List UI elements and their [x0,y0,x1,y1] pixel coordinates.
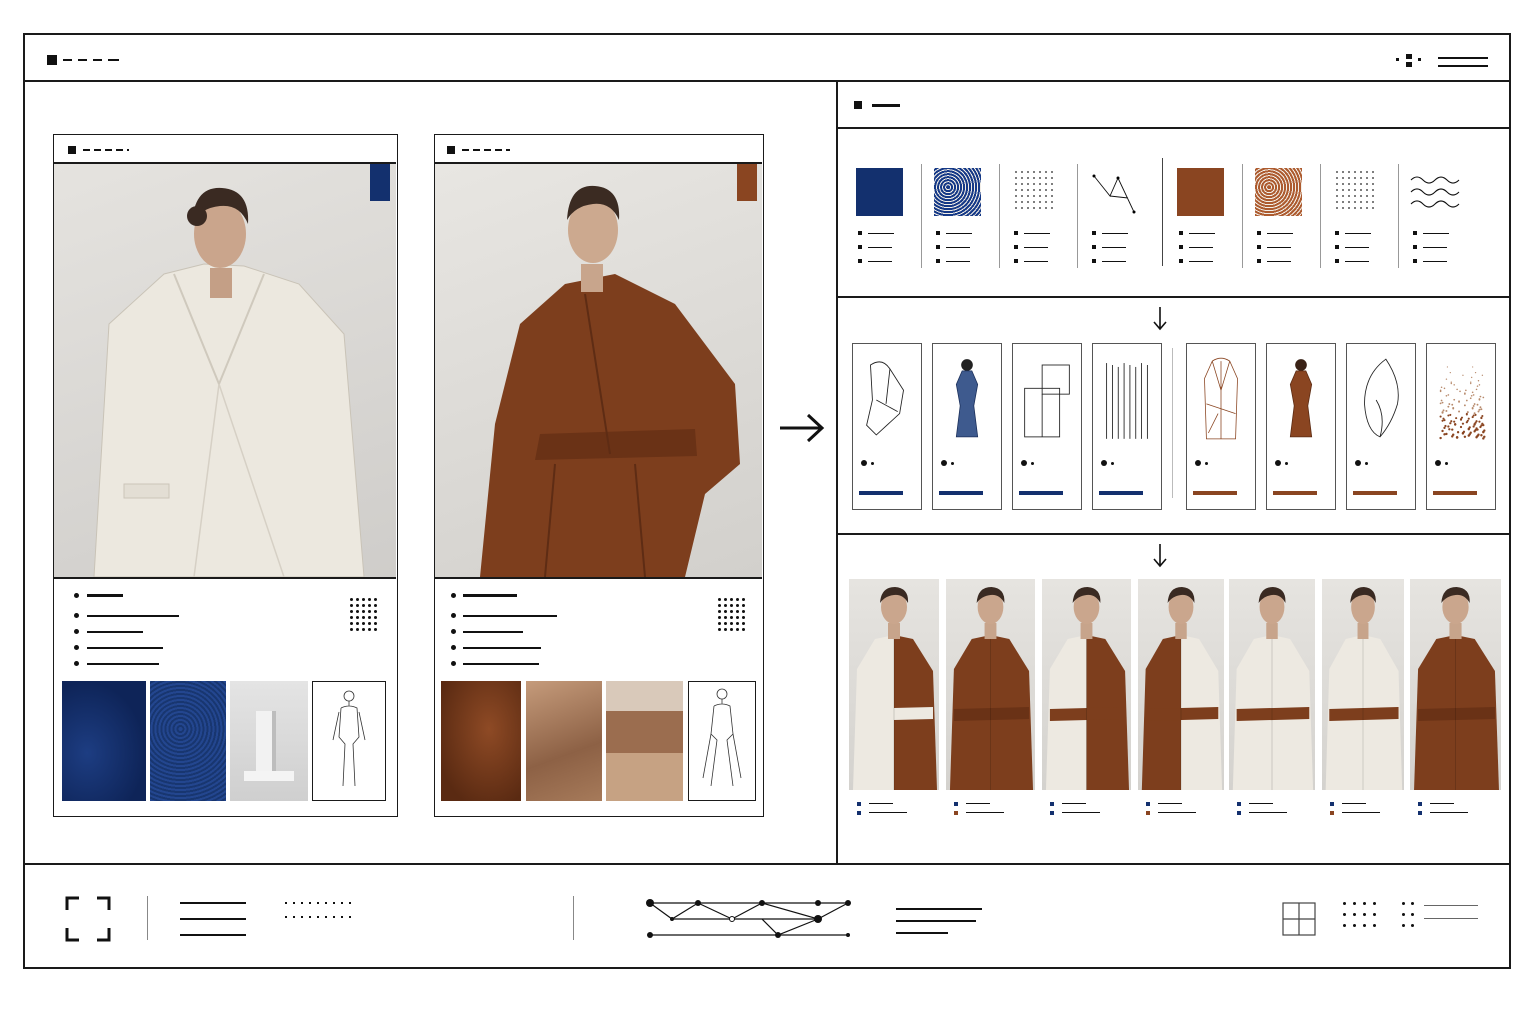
design-elements-row [838,298,1511,533]
generated-look-photo[interactable] [1042,579,1131,790]
element-card-navy-form[interactable] [932,343,1002,510]
photo-divider [54,577,396,579]
generated-look-photo[interactable] [946,579,1035,790]
toolbar-line [896,920,976,922]
element-card-panels[interactable] [1012,343,1082,510]
arrow-right-icon [780,413,825,443]
look-caption [857,802,927,822]
material-swatch-dots[interactable] [1323,128,1401,296]
element-card-coat-sketch[interactable] [1186,343,1256,510]
generated-looks-row [838,534,1511,864]
grid-icon[interactable] [1282,902,1316,936]
title-placeholder [63,59,72,61]
card-title-placeholder [83,149,129,151]
material-swatch-texture[interactable] [1245,128,1323,296]
swatch-desert-rock[interactable] [526,681,602,801]
toolbar-line [180,902,246,904]
menu-line [1438,57,1488,59]
node-graph-icon[interactable] [644,895,854,945]
element-card-drape-outline[interactable] [852,343,922,510]
toolbar-line [1424,905,1478,907]
generated-look-photo[interactable] [1138,579,1224,790]
toolbar-line [896,908,982,910]
card-header-square-icon [447,146,455,154]
model-photo-white-coat [54,164,396,577]
swatch-figure-sketch[interactable] [312,681,386,801]
pattern-dots-icon [718,598,745,631]
pattern-dots-icon [350,598,377,631]
card-header-square-icon [68,146,76,154]
model-photo-rust-coat [435,164,762,577]
footer-divider [23,863,1511,865]
swatch-separator [1320,164,1321,268]
toolbar-dotted-line [285,902,353,904]
header-divider [23,80,1511,82]
title-placeholder [93,59,102,61]
material-swatch-solid[interactable] [1167,128,1245,296]
toolbar-separator [147,896,148,940]
generated-look-photo[interactable] [1229,579,1315,790]
toolbar-line [1424,918,1478,920]
generated-look-photo[interactable] [1410,579,1501,790]
swatch-separator [921,164,922,268]
swatch-separator [1162,158,1163,266]
material-swatch-dots[interactable] [1002,128,1080,296]
swatch-rust-fabric[interactable] [441,681,521,801]
accent-color-chip [737,164,757,201]
title-placeholder [108,59,119,61]
swatch-separator [1398,164,1399,268]
element-group-separator [1172,348,1173,498]
title-placeholder [78,59,87,61]
moodboard-card-rust-coat[interactable] [434,134,764,817]
material-swatch-texture[interactable] [924,128,1002,296]
swatch-separator [1077,164,1078,268]
panel-square-icon [854,101,862,109]
element-card-scatter[interactable] [1426,343,1496,510]
element-card-leaf-curve[interactable] [1346,343,1416,510]
dots-menu-icon[interactable] [1343,902,1376,927]
toolbar-separator [573,896,574,940]
focus-frame-icon[interactable] [65,896,111,942]
accent-color-chip [370,164,390,201]
menu-dots-icon[interactable] [1396,54,1432,68]
toolbar-line [896,932,948,934]
material-swatch-lines[interactable] [1080,128,1158,296]
toolbar-dotted-line [285,916,353,918]
look-caption [1330,802,1400,822]
materials-row [838,128,1511,296]
card-title-placeholder [462,149,510,151]
swatch-figure-sketch[interactable] [688,681,756,801]
material-swatch-solid[interactable] [846,128,924,296]
look-caption [1146,802,1216,822]
swatch-separator [999,164,1000,268]
look-caption [1418,802,1488,822]
look-caption [1050,802,1120,822]
toolbar-line [180,934,246,936]
generated-look-photo[interactable] [1322,579,1404,790]
menu-line [1438,65,1488,67]
swatch-navy-texture[interactable] [150,681,226,801]
logo-square-icon [47,55,57,65]
panel-title-placeholder [872,104,900,107]
swatch-separator [1242,164,1243,268]
swatch-white-plinth[interactable] [230,681,308,801]
swatch-canyon[interactable] [606,681,683,801]
photo-divider [435,577,762,579]
material-swatch-waves[interactable] [1401,128,1479,296]
element-card-rust-form[interactable] [1266,343,1336,510]
element-card-pleats[interactable] [1092,343,1162,510]
look-caption [1237,802,1307,822]
look-caption [954,802,1024,822]
toolbar-line [180,918,246,920]
moodboard-card-white-coat[interactable] [53,134,398,817]
dots-menu-icon[interactable] [1402,902,1414,927]
swatch-navy-fabric[interactable] [62,681,146,801]
generated-look-photo[interactable] [849,579,939,790]
